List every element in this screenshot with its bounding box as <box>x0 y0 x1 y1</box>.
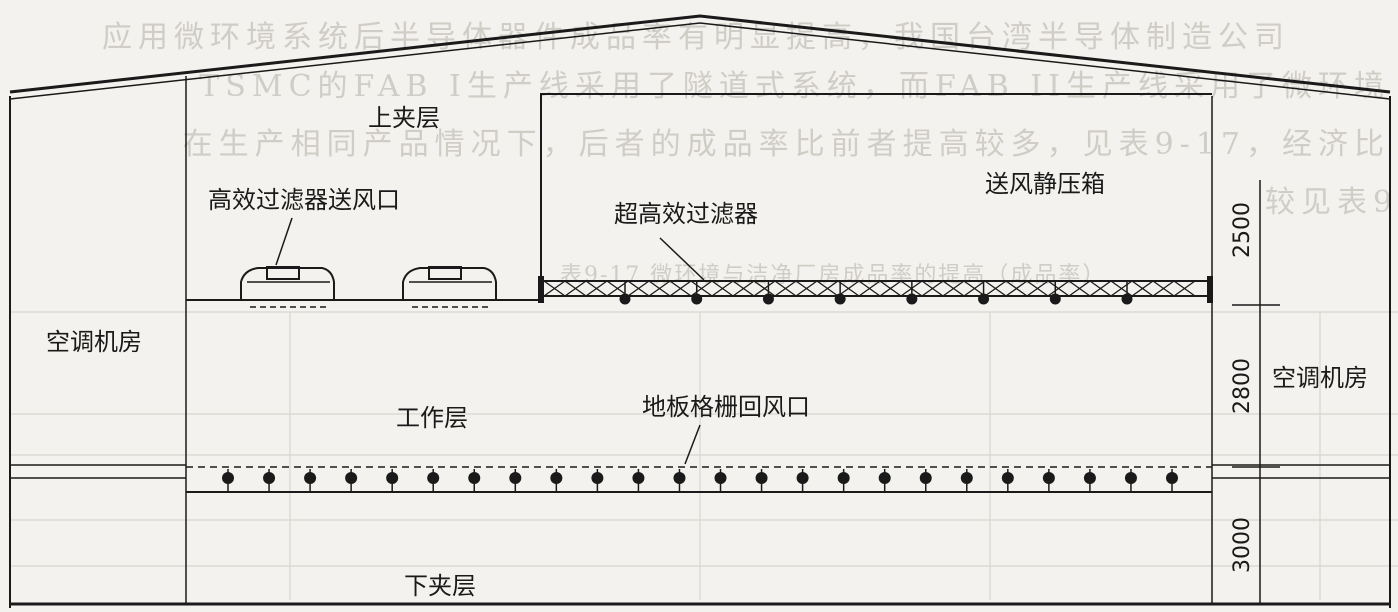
floor-pedestal-head <box>304 472 317 484</box>
ulpa-support-ball <box>834 293 846 305</box>
floor-pedestal-head <box>960 472 973 484</box>
bleed-text-line-1: 应用微环境系统后半导体器件成品率有明显提高，我国台湾半导体制造公司 <box>102 20 1290 55</box>
ulpa-support-ball <box>906 293 918 305</box>
floor-pedestal-head <box>919 472 932 484</box>
floor-pedestal-head <box>1083 472 1096 484</box>
floor-pedestal <box>550 469 563 492</box>
floor-pedestal-head <box>878 472 891 484</box>
dimension-plenum-height: 2500 <box>1230 202 1255 258</box>
floor-grille-leader <box>684 424 701 465</box>
floor-pedestal-head <box>1124 472 1137 484</box>
floor-pedestal-head <box>509 472 522 484</box>
ulpa-support <box>1121 281 1133 305</box>
ulpa-support-ball <box>1121 293 1133 305</box>
ulpa-support-ball <box>619 293 631 305</box>
floor-pedestal <box>468 469 481 492</box>
floor-pedestal <box>1083 469 1096 492</box>
floor-pedestal-head <box>632 472 645 484</box>
floor-pedestal <box>1042 469 1055 492</box>
floor-pedestal <box>755 469 768 492</box>
floor-pedestal-head <box>345 472 358 484</box>
floor-pedestal <box>673 469 686 492</box>
floor-pedestal <box>1124 469 1137 492</box>
ulpa-right-end-plate <box>1207 276 1213 303</box>
hepa-outlet-housing <box>240 267 335 300</box>
floor-pedestal-head <box>1001 472 1014 484</box>
lower-mezzanine-label: 下夹层 <box>404 572 476 600</box>
floor-pedestal <box>714 469 727 492</box>
floor-pedestal <box>304 469 317 492</box>
work-level-label: 工作层 <box>396 404 468 432</box>
hepa-outlet-leader <box>275 217 293 266</box>
floor-pedestal <box>878 469 891 492</box>
floor-pedestal <box>263 469 276 492</box>
floor-pedestal <box>591 469 604 492</box>
floor-pedestal <box>837 469 850 492</box>
floor-pedestal-head <box>673 472 686 484</box>
floor-pedestal <box>345 469 358 492</box>
ulpa-support-ball <box>1049 293 1061 305</box>
floor-pedestal <box>919 469 932 492</box>
floor-pedestal <box>632 469 645 492</box>
floor-pedestal-head <box>222 472 234 484</box>
floor-pedestal-head <box>1042 472 1055 484</box>
ulpa-support-ball <box>762 293 774 305</box>
hepa-outlet-housing <box>402 267 497 300</box>
bleed-text-line-4: 较见表9-18 <box>1265 185 1398 220</box>
floor-pedestal-head <box>755 472 768 484</box>
floor-pedestal <box>796 469 809 492</box>
supply-plenum-label: 送风静压箱 <box>985 170 1105 198</box>
diagram-canvas: 应用微环境系统后半导体器件成品率有明显提高，我国台湾半导体制造公司 TSMC的F… <box>9 14 1398 608</box>
floor-pedestal-head <box>1166 472 1178 484</box>
dimension-lower-height: 3000 <box>1230 517 1255 573</box>
bleed-through-background: 应用微环境系统后半导体器件成品率有明显提高，我国台湾半导体制造公司 TSMC的F… <box>10 20 1398 600</box>
floor-pedestal-head <box>550 472 563 484</box>
ac-room-right-label: 空调机房 <box>1272 364 1368 392</box>
hepa-supply-outlet-label: 高效过滤器送风口 <box>208 186 400 214</box>
ulpa-left-end-plate <box>538 276 544 303</box>
height-dimension-line: 2500 2800 3000 <box>1230 180 1280 604</box>
ulpa-filter-layer <box>538 276 1213 305</box>
ac-room-left-label: 空调机房 <box>46 328 142 356</box>
floor-pedestal <box>960 469 973 492</box>
floor-pedestal-head <box>263 472 276 484</box>
floor-pedestal-head <box>837 472 850 484</box>
floor-pedestal <box>427 469 440 492</box>
floor-pedestal-head <box>468 472 481 484</box>
dimension-work-height: 2800 <box>1230 358 1255 414</box>
ulpa-support-ball <box>691 293 703 305</box>
floor-pedestal <box>509 469 522 492</box>
floor-pedestal-head <box>796 472 809 484</box>
floor-grille-return-label: 地板格栅回风口 <box>642 393 810 421</box>
floor-pedestal-head <box>386 472 399 484</box>
cleanroom-section-diagram: 应用微环境系统后半导体器件成品率有明显提高，我国台湾半导体制造公司 TSMC的F… <box>0 0 1398 612</box>
floor-pedestal <box>222 469 234 492</box>
upper-mezzanine-label: 上夹层 <box>368 104 440 132</box>
floor-pedestal <box>1001 469 1014 492</box>
ulpa-support-ball <box>978 293 990 305</box>
floor-pedestal-head <box>714 472 727 484</box>
floor-pedestal-head <box>427 472 440 484</box>
floor-pedestal <box>386 469 399 492</box>
bleed-text-line-3: 在生产相同产品情况下，后者的成品率比前者提高较多，见表9-17，经济比 <box>183 127 1390 162</box>
ulpa-filter-label: 超高效过滤器 <box>614 200 758 228</box>
floor-pedestal-head <box>591 472 604 484</box>
floor-pedestal <box>1166 469 1178 492</box>
